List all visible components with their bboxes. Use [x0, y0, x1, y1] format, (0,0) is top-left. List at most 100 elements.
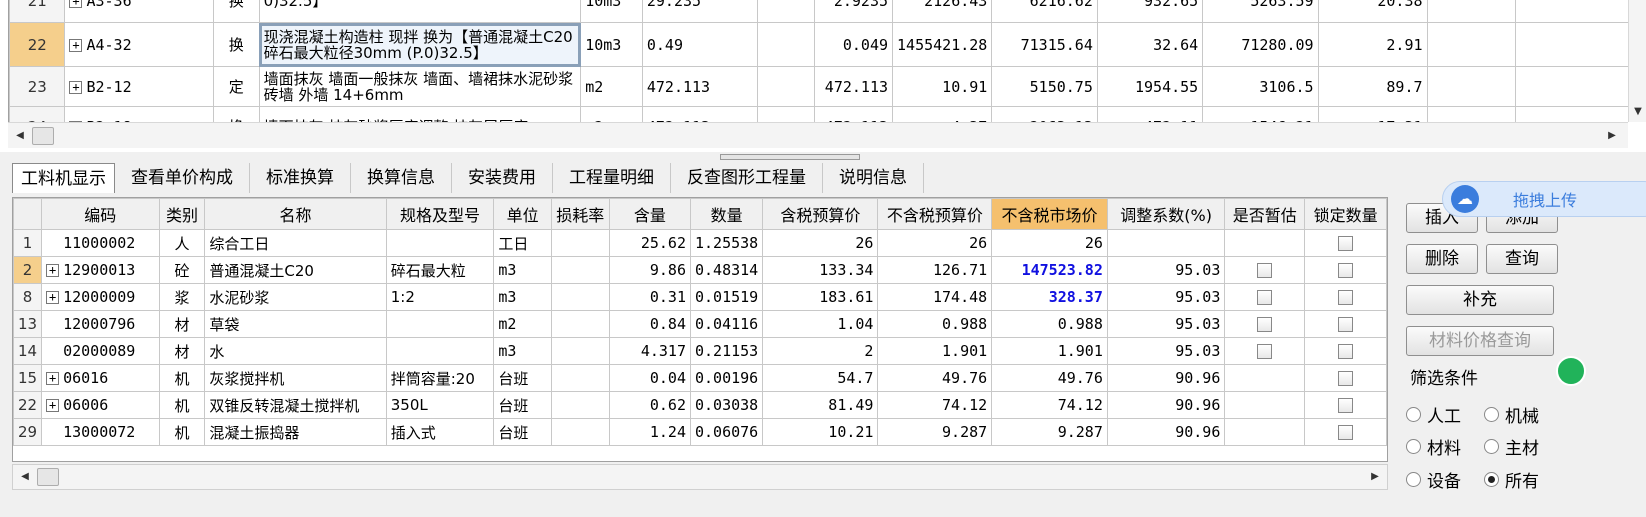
- lock-quantity-cell[interactable]: [1304, 391, 1387, 419]
- checkbox-icon[interactable]: [1338, 290, 1354, 305]
- blank-cell[interactable]: [757, 22, 816, 67]
- labor-cost-cell[interactable]: 1954.55: [1096, 66, 1204, 107]
- row-number[interactable]: 14: [13, 337, 43, 365]
- machine-cost-cell[interactable]: 17.31: [1317, 106, 1428, 122]
- drag-upload-widget[interactable]: ☁ 拖拽上传: [1442, 181, 1646, 217]
- expand-plus-icon[interactable]: +: [69, 80, 83, 94]
- unit-price-cell[interactable]: 2126.43: [892, 0, 993, 23]
- quantity-cell[interactable]: 0.48314: [689, 256, 764, 284]
- notax-budget-price-cell[interactable]: 49.76: [877, 364, 993, 392]
- budget-row[interactable]: 22 + A4-32 换 现浇混凝土构造柱 现拌 换为【普通混凝土C20碎石最大粒…: [9, 22, 1638, 67]
- unit-cell[interactable]: m2: [580, 106, 643, 122]
- total-price-cell[interactable]: 71315.64: [991, 22, 1098, 67]
- loss-rate-cell[interactable]: [550, 229, 610, 257]
- filter-radio-all[interactable]: 所有: [1484, 467, 1539, 492]
- loss-rate-cell[interactable]: [550, 283, 610, 311]
- row-number[interactable]: 2: [13, 256, 43, 284]
- tax-budget-price-cell[interactable]: 54.7: [762, 364, 879, 392]
- material-cost-cell[interactable]: 3106.5: [1202, 66, 1319, 107]
- quantity-expr-cell[interactable]: 29.235: [641, 0, 759, 23]
- checkbox-icon[interactable]: [1338, 398, 1354, 413]
- header-tax-budget-price[interactable]: 含税预算价: [762, 198, 879, 230]
- top-scroll-thumb[interactable]: [32, 127, 54, 145]
- quantity-expr-cell[interactable]: 472.113: [641, 106, 759, 122]
- content-cell[interactable]: 1.24: [608, 418, 692, 446]
- quantity-cell[interactable]: 0.049: [814, 22, 894, 67]
- quantity-cell[interactable]: 0.21153: [689, 337, 764, 365]
- unit-cell[interactable]: m3: [493, 337, 552, 365]
- notax-market-price-cell[interactable]: 74.12: [991, 391, 1108, 419]
- spec-cell[interactable]: [385, 310, 495, 338]
- quantity-cell[interactable]: 0.01519: [689, 283, 764, 311]
- resource-row[interactable]: 22 +06006 机 双锥反转混凝土搅拌机 350L 台班 0.62 0.03…: [13, 391, 1387, 419]
- labor-cost-cell[interactable]: 32.64: [1096, 22, 1204, 67]
- scroll-right-icon[interactable]: ▶: [1604, 128, 1620, 144]
- checkbox-icon[interactable]: [1257, 317, 1273, 332]
- item-code-cell[interactable]: +B2-18: [64, 106, 214, 122]
- quantity-cell[interactable]: 472.113: [814, 106, 894, 122]
- notax-market-price-cell[interactable]: 147523.82: [991, 256, 1108, 284]
- row-number[interactable]: 21: [9, 0, 66, 23]
- tab-4[interactable]: 安装费用: [452, 163, 553, 193]
- category-cell[interactable]: 机: [158, 418, 206, 446]
- machine-cost-cell[interactable]: 20.38: [1317, 0, 1428, 23]
- machine-cost-cell[interactable]: 2.91: [1317, 22, 1428, 67]
- adjust-coef-cell[interactable]: [1106, 229, 1226, 257]
- expand-plus-icon[interactable]: +: [46, 264, 60, 277]
- unit-price-cell[interactable]: 4.37: [892, 106, 993, 122]
- scroll-down-icon[interactable]: ▼: [1630, 104, 1646, 120]
- adjust-coef-cell[interactable]: 95.03: [1106, 283, 1226, 311]
- row-number[interactable]: 24: [9, 106, 66, 122]
- tax-budget-price-cell[interactable]: 10.21: [762, 418, 879, 446]
- tab-5[interactable]: 工程量明细: [553, 163, 671, 193]
- blank-cell[interactable]: [757, 106, 816, 122]
- quantity-cell[interactable]: 0.00196: [689, 364, 764, 392]
- tab-0[interactable]: 工料机显示: [12, 163, 115, 193]
- budget-row[interactable]: 24 +B2-18 换 墙面抹灰 抹灰砂浆厚度调整 抹灰层厚度 m2 472.1…: [9, 106, 1638, 122]
- resource-row[interactable]: 1 11000002 人 综合工日 工日 25.62 1.25538 26 26…: [13, 229, 1387, 257]
- material-cost-cell[interactable]: 1546.21: [1202, 106, 1319, 122]
- expand-plus-icon[interactable]: +: [46, 372, 60, 385]
- unit-cell[interactable]: m2: [493, 310, 552, 338]
- checkbox-icon[interactable]: [1257, 290, 1273, 305]
- labor-cost-cell[interactable]: 932.65: [1096, 0, 1204, 23]
- unit-cell[interactable]: 10m3: [580, 22, 643, 67]
- notax-budget-price-cell[interactable]: 174.48: [877, 283, 993, 311]
- unit-cell[interactable]: m2: [580, 66, 643, 107]
- loss-rate-cell[interactable]: [550, 391, 610, 419]
- bottom-horizontal-scrollbar[interactable]: ◀ ▶: [12, 464, 1388, 490]
- resource-row[interactable]: 14 02000089 材 水 m3 4.317 0.21153 2 1.901…: [13, 337, 1387, 365]
- unit-cell[interactable]: 工日: [493, 229, 552, 257]
- resource-row[interactable]: 8 +12000009 浆 水泥砂浆 1:2 m3 0.31 0.01519 1…: [13, 283, 1387, 311]
- notax-budget-price-cell[interactable]: 126.71: [877, 256, 993, 284]
- name-cell[interactable]: 综合工日: [204, 229, 387, 257]
- material-price-query-button[interactable]: 材料价格查询: [1406, 326, 1554, 356]
- tab-7[interactable]: 说明信息: [823, 163, 924, 193]
- header-code[interactable]: 编码: [41, 198, 160, 230]
- tax-budget-price-cell[interactable]: 133.34: [762, 256, 879, 284]
- adjust-coef-cell[interactable]: 90.96: [1106, 364, 1226, 392]
- notax-budget-price-cell[interactable]: 9.287: [877, 418, 993, 446]
- content-cell[interactable]: 0.62: [608, 391, 692, 419]
- category-cell[interactable]: 材: [158, 337, 206, 365]
- tax-budget-price-cell[interactable]: 81.49: [762, 391, 879, 419]
- quantity-expr-cell[interactable]: 0.49: [641, 22, 759, 67]
- budget-row[interactable]: 23 + B2-12 定 墙面抹灰 墙面一般抹灰 墙面、墙裙抹水泥砂浆 砖墙 外墙…: [9, 66, 1638, 107]
- blank-cell[interactable]: [757, 66, 816, 107]
- category-cell[interactable]: 材: [158, 310, 206, 338]
- tax-budget-price-cell[interactable]: 1.04: [762, 310, 879, 338]
- scroll-left-icon[interactable]: ◀: [12, 128, 28, 144]
- header-name[interactable]: 名称: [204, 198, 387, 230]
- code-cell[interactable]: 02000089: [41, 337, 160, 365]
- is-estimate-cell[interactable]: [1224, 418, 1306, 446]
- row-number[interactable]: 13: [13, 310, 43, 338]
- spec-cell[interactable]: 350L: [385, 391, 495, 419]
- item-type-cell[interactable]: 定: [213, 66, 260, 107]
- loss-rate-cell[interactable]: [550, 337, 610, 365]
- code-cell[interactable]: +12900013: [41, 256, 160, 284]
- quantity-cell[interactable]: 2.9235: [814, 0, 894, 23]
- filter-radio-material[interactable]: 材料: [1406, 434, 1461, 459]
- header-loss-rate[interactable]: 损耗率: [550, 198, 610, 230]
- spec-cell[interactable]: 1:2: [385, 283, 495, 311]
- material-cost-cell[interactable]: 71280.09: [1202, 22, 1319, 67]
